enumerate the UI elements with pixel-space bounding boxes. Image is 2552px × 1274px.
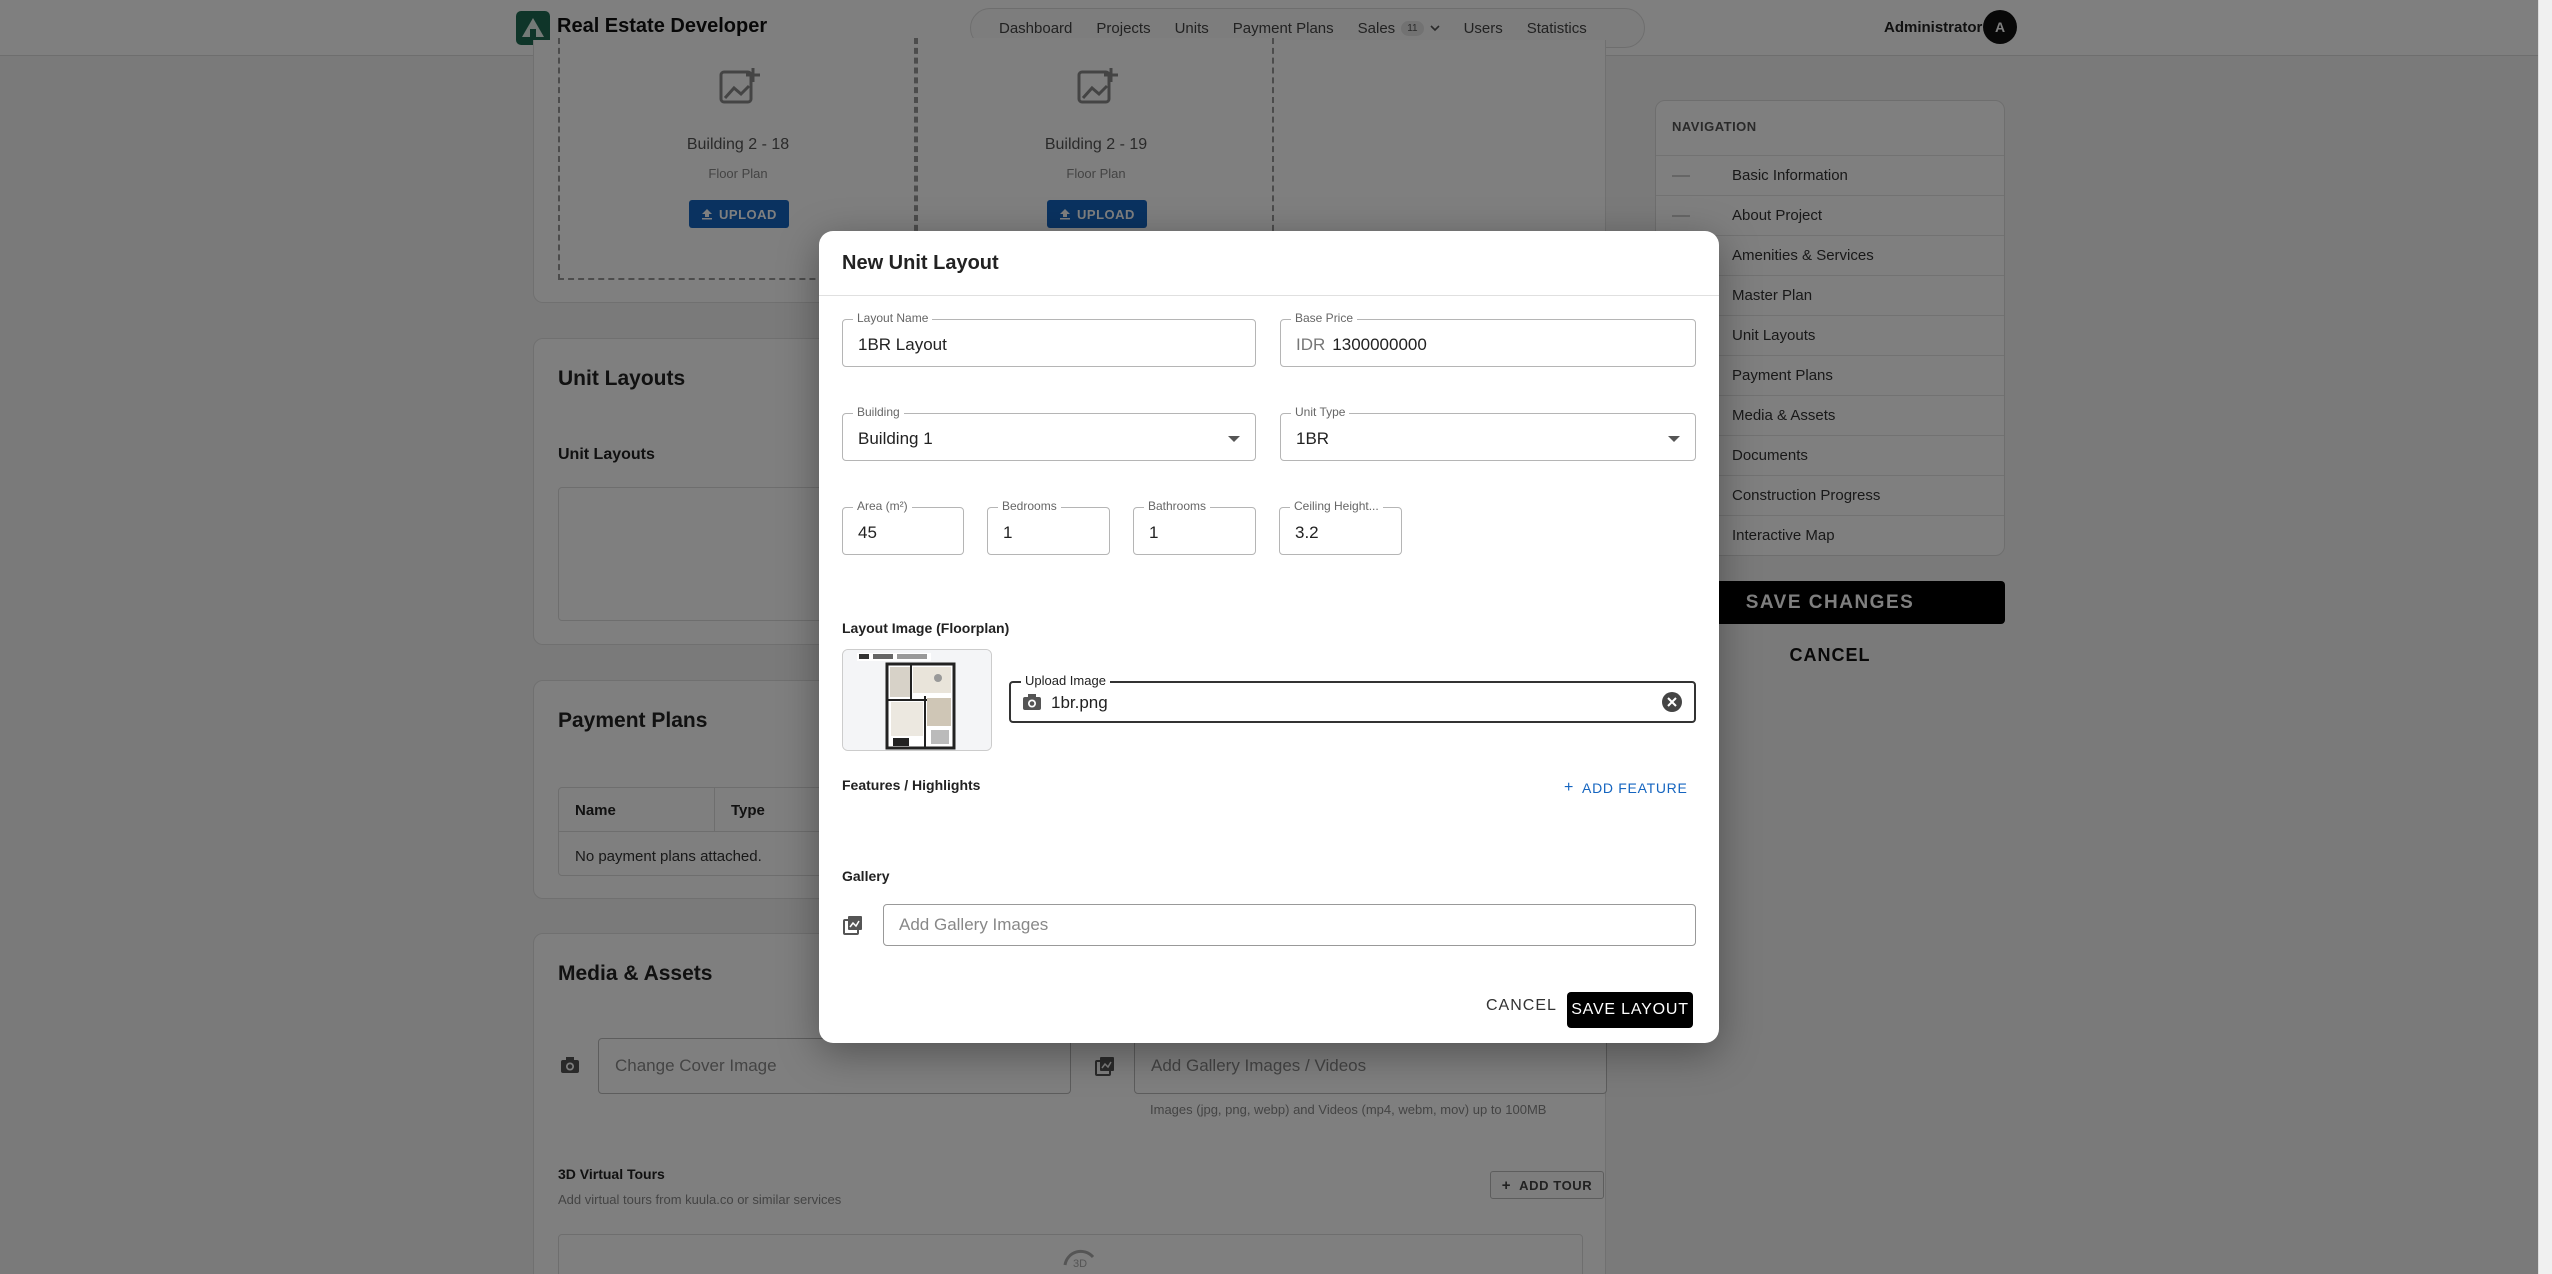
ceiling-height-field[interactable]: Ceiling Height... 3.2 — [1279, 499, 1402, 555]
area-field[interactable]: Area (m²) 45 — [842, 499, 964, 555]
field-label: Upload Image — [1021, 673, 1110, 688]
upload-image-field[interactable]: Upload Image 1br.png — [1009, 673, 1696, 723]
area-value: 45 — [858, 523, 877, 542]
add-gallery-images-input[interactable]: Add Gallery Images — [883, 904, 1696, 946]
plus-icon: + — [1564, 779, 1575, 796]
building-value: Building 1 — [858, 429, 933, 448]
field-label: Layout Name — [853, 311, 933, 325]
page-scrollbar[interactable] — [2538, 0, 2552, 1274]
floorplan-thumbnail[interactable] — [842, 649, 992, 751]
dropdown-arrow-icon — [1668, 436, 1680, 442]
bedrooms-value: 1 — [1003, 523, 1013, 542]
camera-icon — [1023, 694, 1041, 710]
save-layout-button[interactable]: SAVE LAYOUT — [1567, 992, 1693, 1028]
unit-type-select[interactable]: Unit Type 1BR — [1280, 405, 1696, 461]
base-price-field[interactable]: Base Price IDR 1300000000 — [1280, 311, 1696, 367]
currency-prefix: IDR — [1296, 335, 1326, 354]
unit-type-value: 1BR — [1296, 429, 1330, 448]
dialog-title: New Unit Layout — [842, 252, 999, 274]
field-label: Building — [853, 405, 904, 419]
building-select[interactable]: Building Building 1 — [842, 405, 1256, 461]
bathrooms-field[interactable]: Bathrooms 1 — [1133, 499, 1256, 555]
upload-filename: 1br.png — [1051, 693, 1108, 712]
new-unit-layout-dialog: New Unit Layout Layout Name 1BR Layout B… — [819, 231, 1719, 1043]
features-label: Features / Highlights — [842, 777, 981, 793]
dialog-cancel-button[interactable]: CANCEL — [1486, 997, 1557, 1015]
gallery-label: Gallery — [842, 868, 890, 884]
base-price-value-wrap: IDR 1300000000 — [1296, 335, 1427, 355]
floorplan-preview-image — [843, 650, 991, 750]
field-label: Base Price — [1291, 311, 1358, 325]
ceiling-height-value: 3.2 — [1295, 523, 1319, 542]
clear-icon[interactable] — [1661, 691, 1683, 713]
gallery-icon — [843, 916, 862, 935]
base-price-value: 1300000000 — [1332, 335, 1427, 354]
add-feature-label: ADD FEATURE — [1582, 780, 1688, 796]
add-feature-button[interactable]: + ADD FEATURE — [1564, 779, 1688, 797]
field-label: Unit Type — [1291, 405, 1350, 419]
field-label: Bathrooms — [1144, 499, 1211, 513]
layout-name-field[interactable]: Layout Name 1BR Layout — [842, 311, 1256, 367]
dialog-divider — [819, 295, 1719, 296]
bathrooms-value: 1 — [1149, 523, 1159, 542]
dropdown-arrow-icon — [1228, 436, 1240, 442]
layout-image-label: Layout Image (Floorplan) — [842, 620, 1010, 636]
field-label: Bedrooms — [998, 499, 1061, 513]
layout-name-value: 1BR Layout — [858, 335, 947, 354]
bedrooms-field[interactable]: Bedrooms 1 — [987, 499, 1110, 555]
field-label: Ceiling Height... — [1290, 499, 1383, 513]
field-label: Area (m²) — [853, 499, 912, 513]
